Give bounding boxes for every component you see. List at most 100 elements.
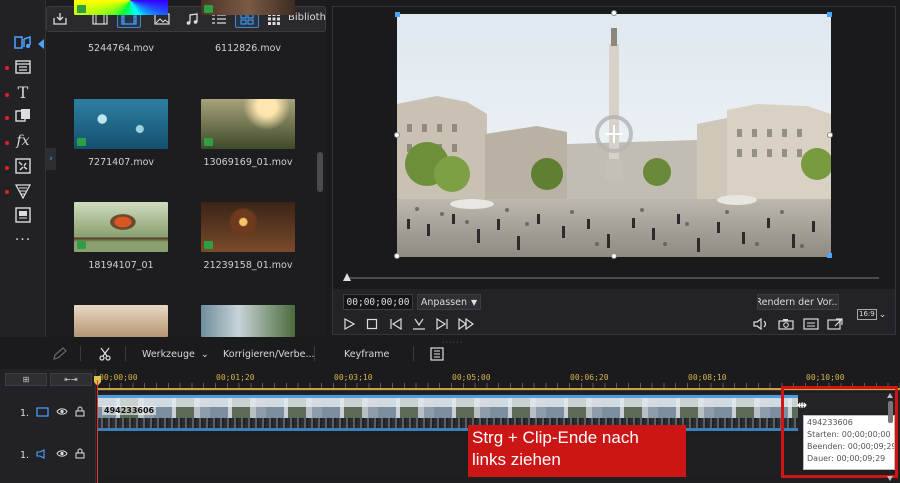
subtitle-room-icon[interactable]: [10, 204, 36, 226]
timeline-ruler[interactable]: 00;00;00 00;01;20 00;03;10 00;05;00 00;0…: [97, 369, 900, 391]
show-audio-icon[interactable]: [181, 10, 203, 28]
media-room-icon[interactable]: [10, 32, 36, 54]
tooltip-id: 494233606: [807, 418, 853, 427]
media-clip[interactable]: 6112826.mov: [201, 0, 295, 54]
snapshot-frame-icon[interactable]: [411, 316, 427, 332]
video-clip[interactable]: 494233606: [98, 395, 798, 428]
video-track-header: 1.: [20, 406, 85, 420]
track-manager-icon[interactable]: ⊞: [5, 373, 47, 386]
clip-thumbnail: [74, 202, 168, 252]
resize-handle[interactable]: [827, 132, 833, 138]
clip-name: 18194107_01: [88, 260, 154, 271]
fast-forward-icon[interactable]: [458, 316, 474, 332]
resize-handle[interactable]: [394, 132, 400, 138]
pip-room-icon[interactable]: [10, 155, 36, 177]
clip-thumbnail: [201, 202, 295, 252]
media-library: Biblioth › 5244764.mov 6112826.mov 72714…: [46, 0, 326, 337]
resize-handle[interactable]: [611, 10, 617, 16]
ruler-tick-label: 00;10;00: [806, 373, 845, 382]
subtitle-toggle-icon[interactable]: [803, 316, 819, 332]
dropdown-arrow-icon: ▼: [470, 297, 478, 307]
particle-room-icon[interactable]: [10, 180, 36, 202]
clip-name: 13069169_01.mov: [203, 157, 293, 168]
expand-library-chevron-icon[interactable]: ›: [46, 148, 56, 170]
fit-timeline-icon[interactable]: ⇤⇥: [50, 373, 92, 386]
preview-seekbar[interactable]: [347, 277, 879, 279]
previous-frame-icon[interactable]: [388, 316, 404, 332]
media-clip[interactable]: [201, 305, 295, 337]
media-clip[interactable]: 5244764.mov: [74, 0, 168, 54]
resize-handle[interactable]: [827, 12, 832, 17]
snapshot-camera-icon[interactable]: [778, 316, 794, 332]
callout-line-1: Strg + Clip-Ende nach: [472, 428, 639, 447]
clip-thumbnail: [201, 99, 295, 149]
undock-preview-icon[interactable]: [827, 316, 843, 332]
resize-handle[interactable]: [827, 253, 832, 258]
chevron-down-icon: ⌄: [878, 309, 887, 320]
video-badge-icon: [204, 138, 213, 146]
clip-thumbnail: [201, 0, 295, 15]
media-clip[interactable]: 13069169_01.mov: [201, 99, 295, 168]
resize-handle[interactable]: [611, 253, 617, 259]
more-rooms-icon[interactable]: ···: [10, 229, 36, 251]
ruler-tick-label: 00;03;10: [334, 373, 373, 382]
trim-cursor-icon: ⇹: [797, 398, 808, 412]
scroll-up-icon[interactable]: [887, 393, 893, 398]
video-track-icon[interactable]: [36, 406, 49, 420]
volume-icon[interactable]: [753, 316, 769, 332]
render-preview-button[interactable]: Rendern der Vor...: [757, 294, 839, 310]
playhead[interactable]: [97, 380, 98, 483]
media-clip[interactable]: 7271407.mov: [74, 99, 168, 168]
title-room-icon[interactable]: T: [10, 81, 36, 103]
timeline-settings-icon[interactable]: [430, 345, 444, 363]
resize-handle[interactable]: [395, 12, 400, 17]
next-frame-icon[interactable]: [434, 316, 450, 332]
scroll-down-icon[interactable]: [887, 476, 893, 481]
resize-handle[interactable]: [394, 253, 400, 259]
fit-dropdown[interactable]: Anpassen ▼: [417, 294, 481, 310]
chevron-down-icon: ⌄: [200, 348, 209, 360]
notification-dot: [5, 166, 9, 170]
clip-thumbnail: [74, 99, 168, 149]
seek-knob[interactable]: [343, 273, 351, 281]
fix-enhance-button[interactable]: Korrigieren/Verbe...: [223, 345, 315, 363]
play-icon[interactable]: [341, 316, 357, 332]
active-room-arrow-icon: [38, 39, 44, 49]
notification-dot: [5, 141, 9, 145]
aspect-ratio-button[interactable]: 16:9 ⌄: [857, 309, 886, 320]
notification-dot: [5, 66, 9, 70]
ruler-tick-label: 00;08;10: [688, 373, 727, 382]
lock-icon[interactable]: [75, 406, 85, 420]
tooltip-start: Starten: 00;00;00;00: [807, 430, 891, 439]
ruler-tick-label: 00;05;00: [452, 373, 491, 382]
import-icon[interactable]: [51, 10, 69, 28]
edit-toolbar: Werkzeuge ⌄ Korrigieren/Verbe... Keyfram…: [0, 343, 900, 365]
tools-menu[interactable]: Werkzeuge ⌄: [142, 345, 209, 363]
video-badge-icon: [77, 241, 86, 249]
ruler-tick-label: 00;00;00: [99, 373, 138, 382]
transition-room-icon[interactable]: [10, 105, 36, 127]
timeline-scrollbar[interactable]: [887, 393, 894, 481]
media-clip[interactable]: [74, 305, 168, 337]
eye-icon[interactable]: [56, 407, 68, 419]
ruler-tick-label: 00;01;20: [216, 373, 255, 382]
preview-window: 00;00;00;00 Anpassen ▼ Rendern der Vor..…: [332, 6, 896, 335]
notification-dot: [5, 116, 9, 120]
template-room-icon[interactable]: [10, 56, 36, 78]
pencil-icon[interactable]: [52, 345, 68, 363]
video-badge-icon: [77, 138, 86, 146]
clip-title: 494233606: [102, 406, 157, 415]
eye-icon[interactable]: [56, 449, 68, 461]
keyframe-button[interactable]: Keyframe: [344, 345, 389, 363]
audio-track-icon[interactable]: [36, 448, 49, 462]
split-scissors-icon[interactable]: [98, 345, 112, 363]
preview-video[interactable]: [397, 14, 831, 257]
media-clip[interactable]: 21239158_01.mov: [201, 202, 295, 271]
fx-room-icon[interactable]: fx: [10, 130, 36, 152]
media-clip[interactable]: 18194107_01: [74, 202, 168, 271]
timecode-display[interactable]: 00;00;00;00: [343, 294, 413, 310]
video-badge-icon: [204, 241, 213, 249]
lock-icon[interactable]: [75, 448, 85, 462]
library-scrollbar[interactable]: [316, 32, 324, 332]
stop-icon[interactable]: [364, 316, 380, 332]
